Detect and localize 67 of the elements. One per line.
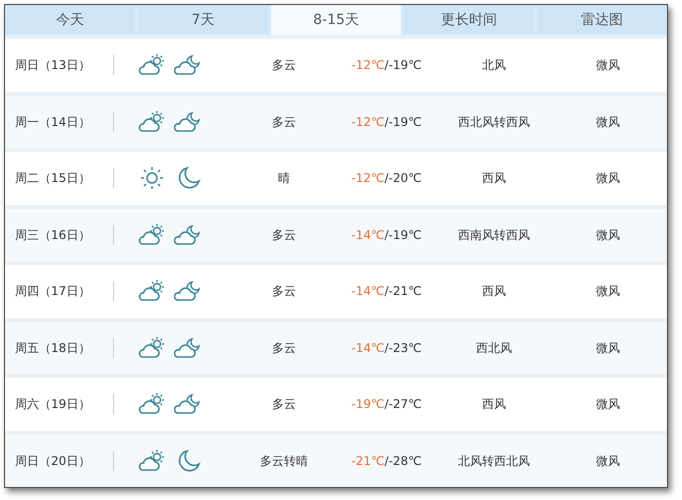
high-temperature: -19℃ (351, 396, 384, 414)
high-temperature: -12℃ (351, 170, 384, 188)
date-label: 周五（18日） (14, 340, 92, 357)
wind-level: 微风 (596, 170, 620, 188)
tab[interactable]: 今天 (5, 5, 135, 35)
low-temperature: /-20℃ (384, 170, 422, 188)
wind-level: 微风 (596, 452, 620, 470)
tab[interactable]: 8-15天 (271, 5, 401, 35)
sun-icon (138, 166, 166, 190)
wind-level: 微风 (596, 340, 620, 357)
date-label: 周日（20日） (14, 452, 92, 470)
date-label: 周日（13日） (14, 57, 92, 74)
wind-level: 微风 (596, 114, 620, 131)
moon-cloud-icon (174, 279, 202, 304)
wind-direction: 西南风转西风 (458, 226, 530, 244)
date-label: 周一（14日） (14, 114, 92, 131)
wind-level: 微风 (596, 396, 620, 414)
low-temperature: /-27℃ (384, 396, 422, 414)
weather-text: 晴 (278, 170, 290, 188)
weather-text: 多云 (272, 57, 296, 74)
date-label: 周四（17日） (14, 283, 92, 300)
moon-cloud-icon (174, 110, 202, 134)
tab[interactable]: 雷达图 (537, 5, 667, 35)
wind-level: 微风 (596, 57, 620, 74)
wind-level: 微风 (596, 283, 620, 300)
low-temperature: /-19℃ (384, 57, 422, 74)
wind-direction: 西风 (482, 396, 506, 414)
weather-text: 多云 (272, 226, 296, 244)
wind-direction: 北风 (482, 57, 506, 74)
sun-cloud-icon (138, 110, 166, 134)
high-temperature: -12℃ (351, 114, 384, 131)
low-temperature: /-28℃ (384, 452, 422, 470)
moon-cloud-icon (174, 392, 202, 416)
weather-text: 多云 (272, 396, 296, 414)
weather-text: 多云 (272, 283, 296, 300)
wind-direction: 西风 (482, 283, 506, 300)
wind-level: 微风 (596, 226, 620, 244)
moon-cloud-icon (174, 53, 202, 78)
low-temperature: /-23℃ (384, 340, 422, 357)
moon-cloud-icon (174, 336, 202, 360)
sun-cloud-icon (138, 448, 166, 473)
low-temperature: /-19℃ (384, 226, 422, 244)
wind-direction: 西北风转西风 (458, 114, 530, 131)
weather-text: 多云 (272, 114, 296, 131)
sun-cloud-icon (138, 222, 166, 247)
wind-direction: 西北风 (476, 340, 512, 357)
sun-cloud-icon (138, 392, 166, 416)
low-temperature: /-21℃ (384, 283, 422, 300)
moon-cloud-icon (174, 222, 202, 247)
high-temperature: -14℃ (351, 340, 384, 357)
wind-direction: 北风转西北风 (458, 452, 530, 470)
sun-cloud-icon (138, 336, 166, 360)
date-label: 周六（19日） (14, 396, 92, 414)
high-temperature: -12℃ (351, 57, 384, 74)
tab[interactable]: 7天 (138, 5, 268, 35)
high-temperature: -14℃ (351, 283, 384, 300)
high-temperature: -14℃ (351, 226, 384, 244)
weather-text: 多云 (272, 340, 296, 357)
sun-cloud-icon (138, 53, 166, 78)
date-label: 周二（15日） (14, 170, 92, 188)
sun-cloud-icon (138, 279, 166, 304)
date-label: 周三（16日） (14, 226, 92, 244)
high-temperature: -21℃ (351, 452, 384, 470)
wind-direction: 西风 (482, 170, 506, 188)
weather-text: 多云转晴 (260, 452, 308, 470)
low-temperature: /-19℃ (384, 114, 422, 131)
tab[interactable]: 更长时间 (404, 5, 534, 35)
